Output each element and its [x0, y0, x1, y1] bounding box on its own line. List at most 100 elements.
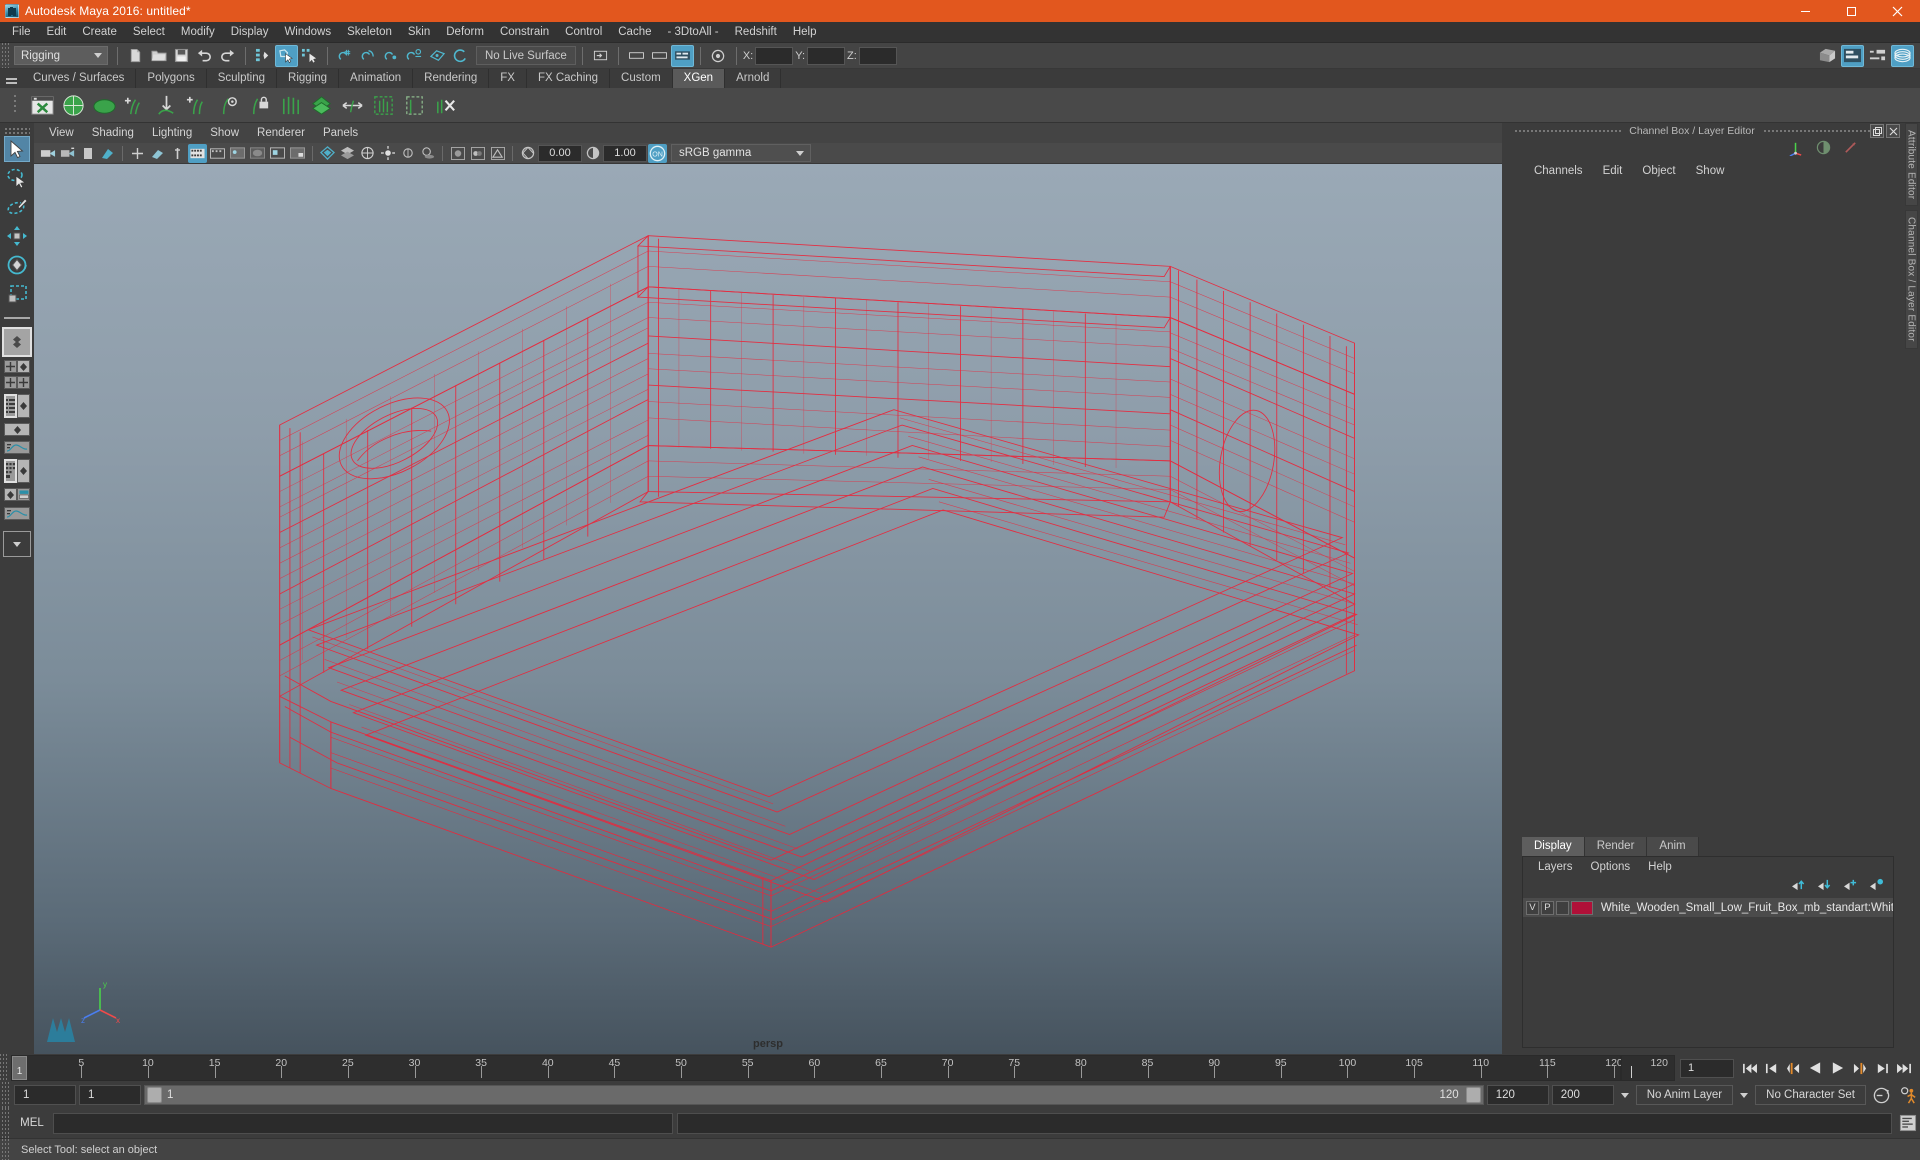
shelf-tab-rendering[interactable]: Rendering [413, 69, 490, 88]
open-scene-icon[interactable] [147, 45, 170, 67]
anim-layer-selector[interactable]: No Anim Layer [1635, 1085, 1734, 1105]
redo-icon[interactable] [216, 45, 239, 67]
bookmark-icon[interactable] [78, 144, 97, 163]
menu-item-display[interactable]: Display [223, 23, 277, 42]
select-by-component-icon[interactable] [298, 45, 321, 67]
go-to-start-icon[interactable] [1739, 1057, 1760, 1079]
rotate-tool-icon[interactable] [4, 252, 30, 278]
more-layouts-icon[interactable] [3, 531, 31, 557]
film-gate-icon[interactable] [168, 144, 187, 163]
panel-grip-right[interactable] [1762, 129, 1870, 133]
layer-menu-help[interactable]: Help [1639, 860, 1681, 874]
menu-item-skin[interactable]: Skin [400, 23, 438, 42]
shelf-tab-curves-surfaces[interactable]: Curves / Surfaces [22, 69, 137, 88]
scale-tool-icon[interactable] [4, 281, 30, 307]
color-management-toggle-icon[interactable]: ON [648, 143, 667, 163]
step-forward-frame-icon[interactable] [1849, 1057, 1870, 1079]
menu-item-modify[interactable]: Modify [173, 23, 223, 42]
current-time-indicator[interactable]: 1 [12, 1056, 27, 1080]
xgen-delete-icon[interactable] [430, 90, 460, 121]
menu-item-create[interactable]: Create [74, 23, 125, 42]
paint-select-tool-icon[interactable] [4, 194, 30, 220]
play-backwards-icon[interactable] [1805, 1057, 1826, 1079]
exposure-value-field[interactable]: 0.00 [538, 144, 582, 162]
xgen-add-guide-icon[interactable] [120, 90, 150, 121]
step-forward-keyframe-icon[interactable] [1871, 1057, 1892, 1079]
isolate-select-icon[interactable] [268, 144, 287, 163]
menu-item-edit[interactable]: Edit [39, 23, 75, 42]
menu-item-cache[interactable]: Cache [610, 23, 659, 42]
resolution-gate-icon[interactable] [188, 143, 207, 163]
hypershade-persp-layout-icon[interactable] [4, 459, 30, 485]
step-back-keyframe-icon[interactable] [1761, 1057, 1782, 1079]
speed-icon[interactable] [1843, 140, 1858, 160]
menu-item-redshift[interactable]: Redshift [727, 23, 785, 42]
command-input-field[interactable] [53, 1112, 673, 1134]
image-plane-icon[interactable] [98, 144, 117, 163]
shelf-tab-xgen[interactable]: XGen [672, 69, 726, 88]
xgen-density-icon[interactable] [306, 90, 336, 121]
character-set-selector[interactable]: No Character Set [1755, 1085, 1866, 1105]
3d-viewport[interactable]: y x z persp [34, 164, 1502, 1054]
range-slider-bar[interactable]: 1 120 [144, 1085, 1484, 1105]
persp-graph-outliner-layout-icon[interactable] [4, 488, 30, 503]
shelf-tab-arnold[interactable]: Arnold [725, 69, 782, 88]
menu-item-constrain[interactable]: Constrain [492, 23, 557, 42]
step-back-frame-icon[interactable] [1783, 1057, 1804, 1079]
viewport-menu-lighting[interactable]: Lighting [143, 126, 201, 140]
menu-set-selector[interactable]: Rigging [14, 46, 108, 65]
close-icon[interactable] [1874, 0, 1920, 22]
xray-shading-icon[interactable] [288, 144, 307, 163]
xgen-width-icon[interactable] [337, 90, 367, 121]
menu-item-3dtoall[interactable]: - 3DtoAll - [660, 23, 727, 42]
anim-layer-chevron-down-icon[interactable] [1617, 1085, 1633, 1105]
save-scene-icon[interactable] [170, 45, 193, 67]
shelf-tab-polygons[interactable]: Polygons [136, 69, 207, 88]
viewport-menu-view[interactable]: View [40, 126, 83, 140]
select-by-object-icon[interactable] [275, 44, 298, 67]
snap-to-grid-icon[interactable] [334, 45, 357, 67]
menu-item-help[interactable]: Help [785, 23, 825, 42]
screen-space-ao-icon[interactable] [448, 144, 467, 163]
toggle-channel-icon[interactable] [1816, 140, 1831, 160]
absolute-transform-icon[interactable] [625, 45, 648, 67]
range-slider-grip[interactable] [2, 1082, 11, 1108]
shelf-tab-fx-caching[interactable]: FX Caching [526, 69, 611, 88]
xgen-sphere-icon[interactable] [58, 90, 88, 121]
command-output-field[interactable] [677, 1112, 1892, 1134]
gamma-icon[interactable] [583, 144, 602, 163]
current-frame-field[interactable]: 1 [1680, 1058, 1734, 1078]
make-live-icon[interactable] [449, 45, 472, 67]
graph-editor-layout-icon[interactable] [4, 507, 30, 522]
viewport-menu-show[interactable]: Show [201, 126, 248, 140]
xgen-dome-icon[interactable] [89, 90, 119, 121]
four-view-layout-icon-2[interactable] [4, 376, 30, 390]
time-slider-grip[interactable] [0, 1054, 9, 1082]
range-slider-left-handle[interactable] [147, 1087, 162, 1103]
menu-item-control[interactable]: Control [557, 23, 610, 42]
attribute-editor-toggle-icon[interactable] [1841, 44, 1864, 67]
snap-to-curve-icon[interactable] [357, 45, 380, 67]
time-slider-track[interactable]: 1 5 10 15 20 25 30 35 40 45 50 55 60 65 70 75 80 85 90 95 1… [11, 1055, 1623, 1081]
anim-start-field[interactable]: 1 [79, 1085, 141, 1105]
layer-tab-anim[interactable]: Anim [1647, 837, 1699, 856]
outliner-persp-layout-icon[interactable] [4, 394, 30, 420]
lasso-select-tool-icon[interactable] [4, 165, 30, 191]
command-line-grip[interactable] [2, 1108, 11, 1138]
layer-color-swatch[interactable] [1570, 900, 1593, 915]
y-coordinate-field[interactable] [807, 46, 846, 65]
exposure-icon[interactable] [518, 144, 537, 163]
create-empty-layer-icon[interactable] [1843, 878, 1858, 896]
snap-to-point-icon[interactable] [380, 45, 403, 67]
close-icon[interactable] [1886, 124, 1900, 138]
status-line-grip[interactable] [2, 43, 11, 68]
single-perspective-layout-icon[interactable] [2, 327, 32, 357]
shelf-tab-sculpting[interactable]: Sculpting [206, 69, 278, 88]
multisample-anti-aliasing-icon[interactable] [488, 144, 507, 163]
snap-to-projected-center-icon[interactable] [403, 45, 426, 67]
layer-playback-toggle[interactable]: P [1540, 900, 1554, 915]
x-coordinate-field[interactable] [755, 46, 794, 65]
status-bar-grip[interactable] [2, 1139, 11, 1160]
two-d-pan-zoom-icon[interactable] [128, 144, 147, 163]
render-view-icon[interactable] [1816, 45, 1839, 67]
